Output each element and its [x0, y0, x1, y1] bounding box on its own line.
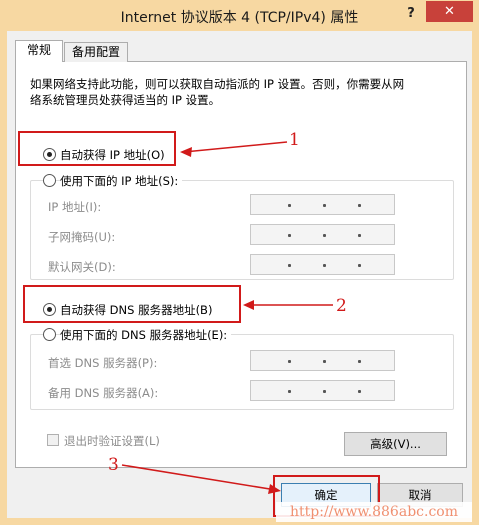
- annotation-number-1: 1: [289, 130, 300, 150]
- watermark: http://www.886abc.com: [276, 502, 472, 522]
- tab-general[interactable]: 常规: [15, 40, 63, 62]
- annotation-number-2: 2: [336, 296, 347, 316]
- annotation-arrows: [121, 141, 333, 494]
- annotation-number-3: 3: [108, 455, 119, 475]
